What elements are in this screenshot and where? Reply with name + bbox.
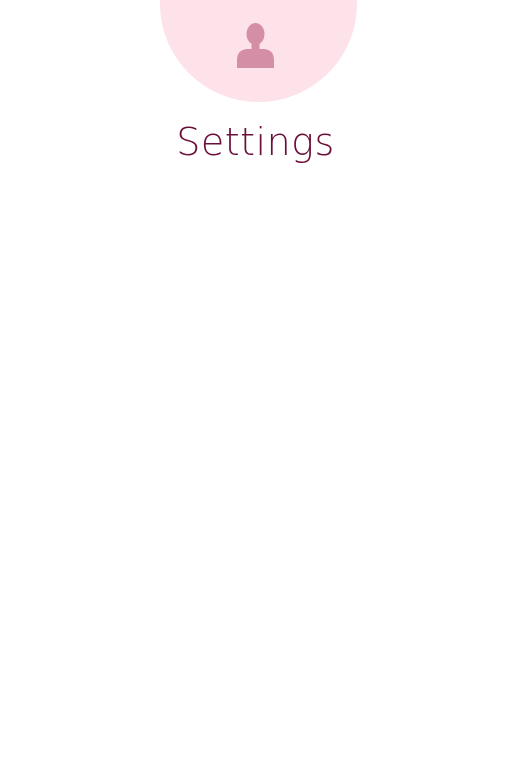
page-title: Settings	[176, 120, 335, 164]
user-icon	[235, 22, 276, 68]
settings-screen: Settings	[0, 0, 511, 772]
